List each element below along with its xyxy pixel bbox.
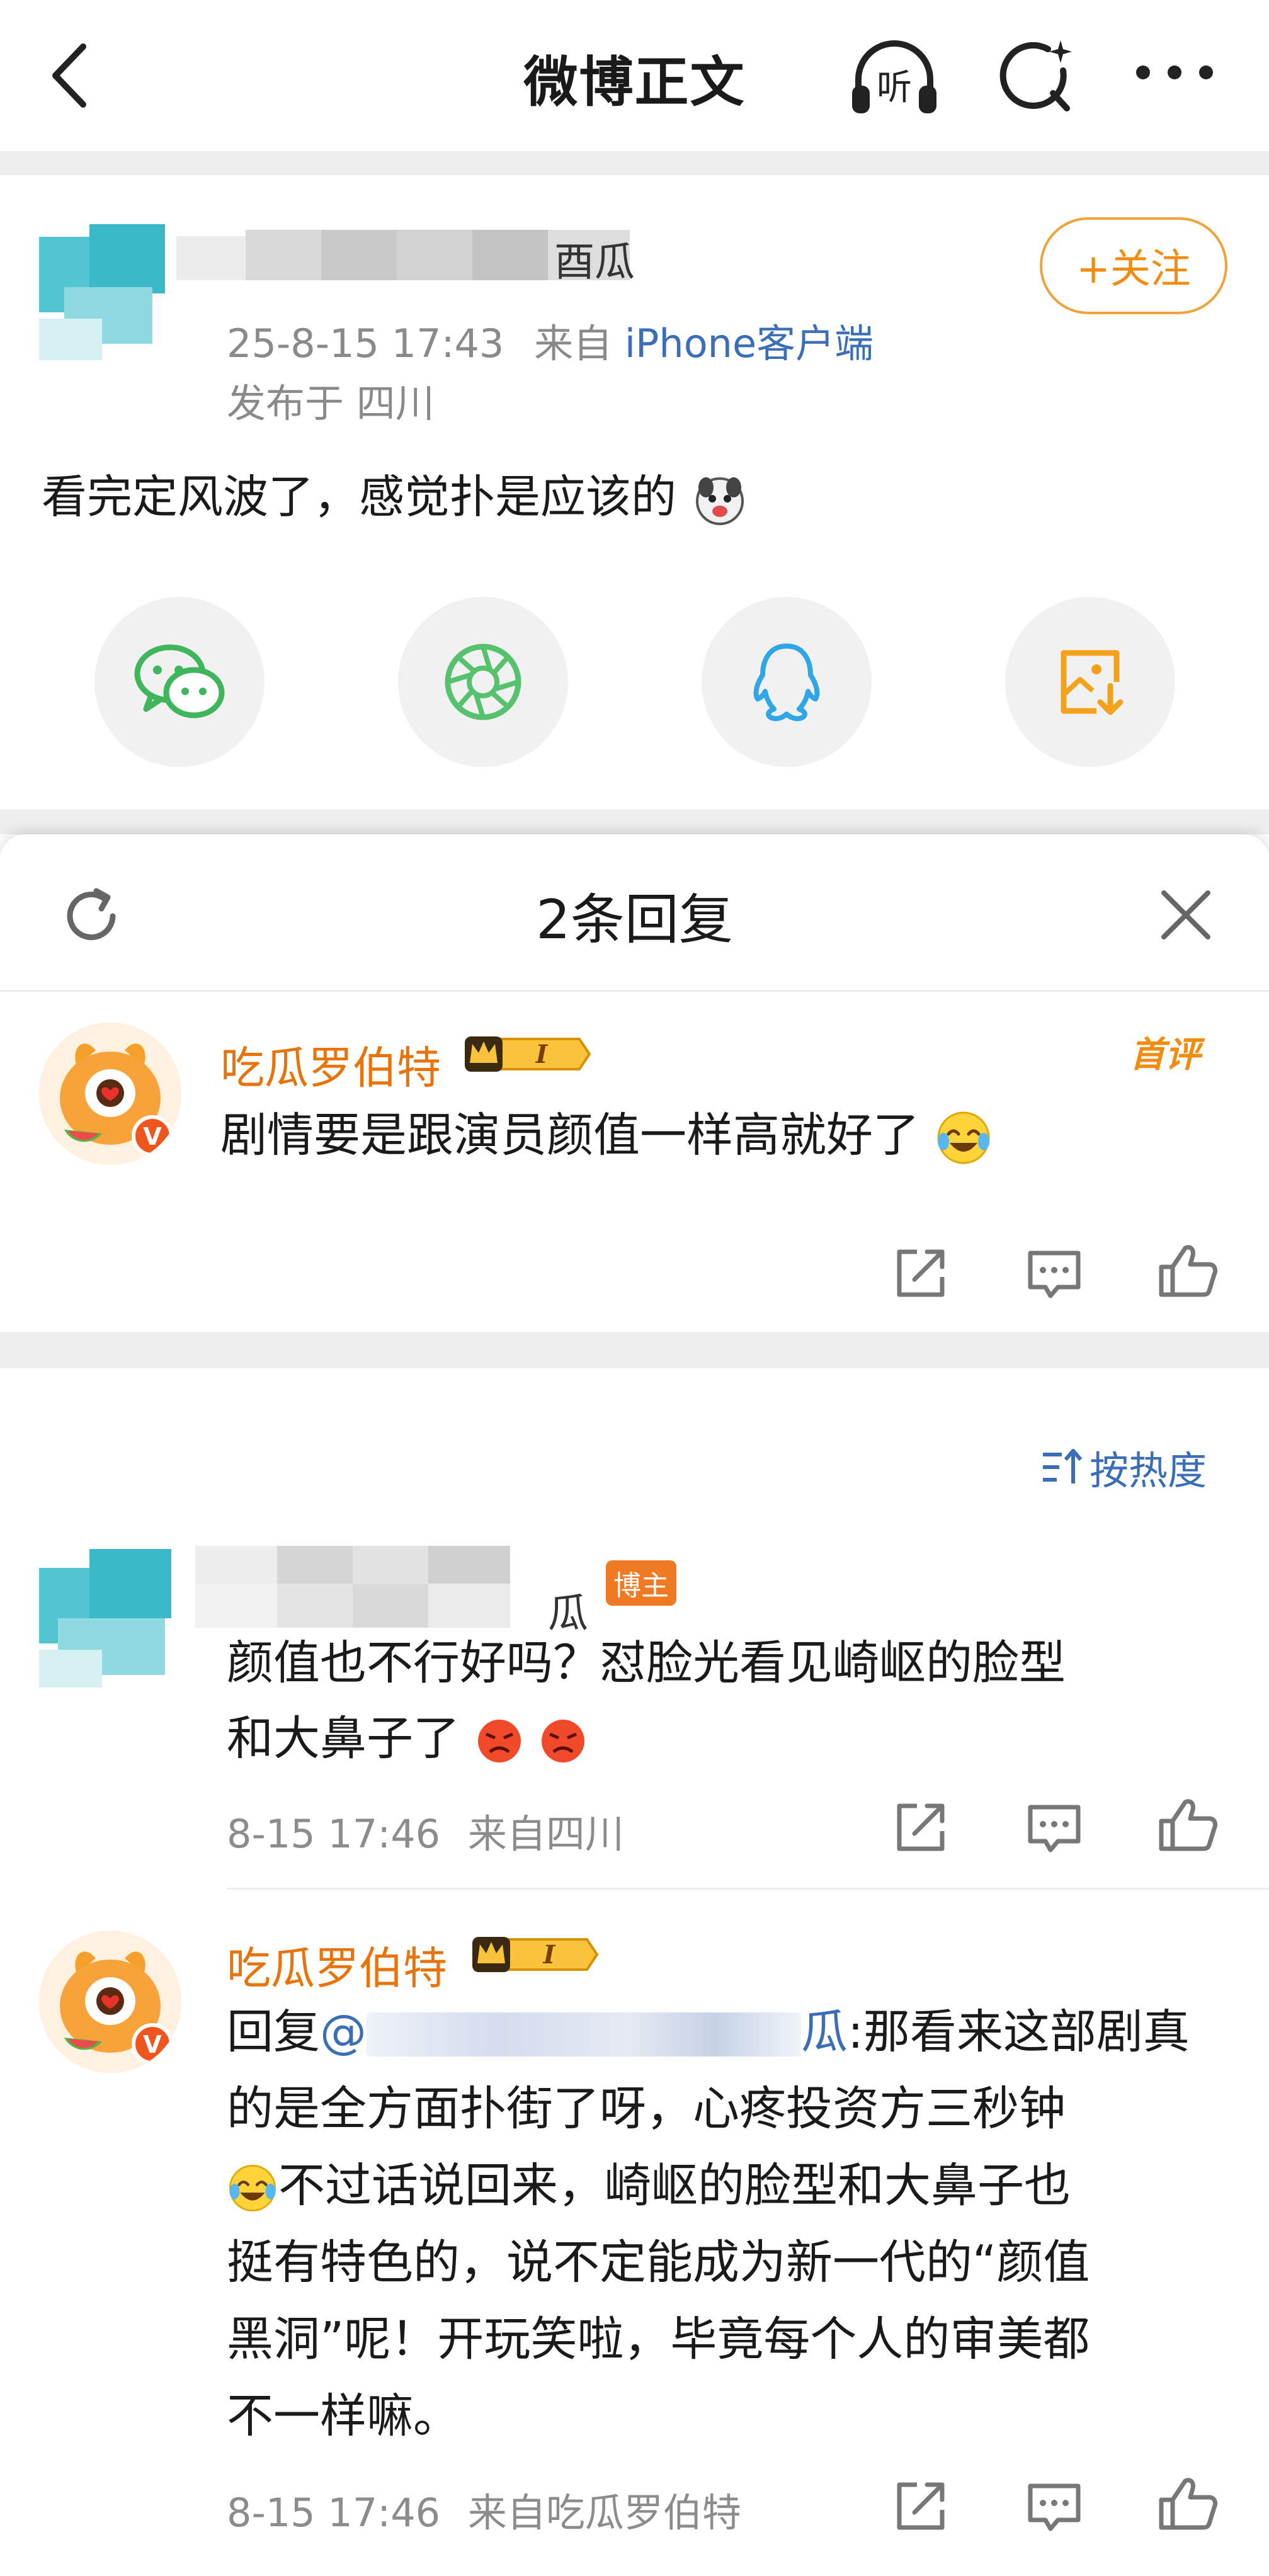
reply-text: 剧情要是跟演员颜值一样高就好了 [220,1097,993,1174]
comment-divider [227,1888,1269,1890]
mention-link[interactable]: @ [320,2005,367,2059]
listen-headphone-icon[interactable]: 听 [847,35,942,117]
comment-text-line-3-content: 不过话说回来，崎岖的脸型和大鼻子也 [278,2159,1071,2213]
like-icon[interactable] [1156,1793,1219,1856]
avatar[interactable]: V [39,1023,181,1165]
sort-icon [1040,1447,1084,1487]
comment-location: 来自吃瓜罗伯特 [467,2490,741,2536]
comment-location: 来自四川 [467,1811,624,1857]
comment-username[interactable]: 吃瓜罗伯特 [227,1933,447,1997]
share-moments-button[interactable] [398,597,568,767]
comment-timestamp: 8-15 17:46 [227,1811,441,1857]
page-title: 微博正文 [523,51,746,114]
share-save-image-button[interactable] [1005,597,1175,767]
repost-icon[interactable] [889,1242,952,1305]
reply-section-separator [0,1332,1269,1368]
avatar[interactable] [39,1549,178,1688]
sheet-header-divider [0,990,1269,992]
angry-emoji-icon [475,1716,524,1766]
comment-text-line-2: 的是全方面扑街了呀，心疼投资方三秒钟 [227,2082,1066,2136]
comment-text-rest: :那看来这部剧真 [848,2005,1190,2059]
like-icon[interactable] [1156,2472,1219,2535]
follow-button[interactable]: +关注 [1040,217,1227,314]
comment-icon[interactable] [1023,1796,1086,1859]
post-avatar-blurred[interactable] [39,224,165,360]
wechat-icon [132,641,227,723]
top-nav: 微博正文 听 [0,0,1269,151]
comment-text-line-3: 不过话说回来，崎岖的脸型和大鼻子也 [227,2147,1071,2224]
repost-icon[interactable] [889,2475,952,2538]
more-icon[interactable] [1134,63,1215,82]
post-text-content: 看完定风波了，感觉扑是应该的 [42,470,677,523]
post-location: 发布于 四川 [227,380,435,426]
vip-crown-badge-icon[interactable]: I [469,1931,601,1978]
repost-icon[interactable] [889,1796,952,1859]
blogger-badge: 博主 [606,1560,676,1606]
comment-time: 8-15 17:46 来自吃瓜罗伯特 [227,2481,741,2538]
angry-emoji-icon [538,1716,588,1766]
svg-text:听: 听 [877,67,912,108]
comment-username-blurred[interactable]: 瓜 [195,1546,598,1637]
svg-text:I: I [535,1040,549,1069]
vip-crown-badge-icon[interactable]: I [461,1030,593,1078]
post-from-prefix: 来自 [534,321,613,366]
post-meta-line: 25-8-15 17:43 来自 iPhone客户端 [227,312,874,368]
comment-text-line-4: 挺有特色的，说不定能成为新一代的“颜值 [227,2235,1090,2289]
avatar[interactable]: V [39,1931,181,2073]
laugh-cry-emoji-icon [935,1109,993,1167]
comment-text-line-5: 黑洞”呢！开玩笑啦，毕竟每个人的审美都 [227,2312,1090,2366]
save-image-icon [1052,644,1128,720]
svg-text:I: I [543,1940,556,1970]
share-wechat-button[interactable] [94,597,265,767]
comment-text-line-1: 回复@ 瓜:那看来这部剧真 [227,1994,1190,2070]
like-icon[interactable] [1156,1239,1219,1302]
comment-text-line-1: 颜值也不行好吗？怼脸光看见崎岖的脸型 [227,1636,1066,1690]
qq-icon [749,641,824,723]
reply-username[interactable]: 吃瓜罗伯特 [220,1033,441,1096]
sort-toggle[interactable]: 按热度 [1040,1439,1207,1495]
reply-text-content: 剧情要是跟演员颜值一样高就好了 [220,1108,919,1162]
search-refresh-icon[interactable] [995,35,1077,117]
close-icon[interactable] [1158,887,1214,943]
nav-separator [0,151,1269,175]
post-text: 看完定风波了，感觉扑是应该的 [42,460,746,526]
moments-icon [442,641,524,723]
dog-emoji-icon [693,474,746,526]
post-time: 25-8-15 17:43 [227,321,504,366]
comment-icon[interactable] [1023,2475,1086,2538]
comment-time: 8-15 17:46 来自四川 [227,1802,624,1859]
post-separator [0,809,1269,834]
laugh-cry-emoji-icon [227,2162,278,2214]
comment-icon[interactable] [1023,1242,1086,1305]
comment-text-line-2: 和大鼻子了 [227,1700,588,1777]
first-comment-tag: 首评 [1130,1035,1200,1075]
mention-tail[interactable]: 瓜 [801,2005,848,2059]
sheet-title: 2条回复 [536,888,733,951]
comment-timestamp: 8-15 17:46 [227,2490,441,2536]
post-username-blurred[interactable]: 酉瓜 [176,230,655,286]
sort-label: 按热度 [1090,1448,1207,1494]
reply-prefix: 回复 [227,2005,320,2059]
mention-blurred-name[interactable] [367,2012,801,2057]
post-source[interactable]: iPhone客户端 [625,321,874,366]
share-qq-button[interactable] [702,597,872,767]
comment-text-line-6: 不一样嘛。 [227,2389,460,2443]
post-username-fragment: 酉瓜 [554,239,635,286]
comment-text-line-2-content: 和大鼻子了 [227,1711,460,1766]
